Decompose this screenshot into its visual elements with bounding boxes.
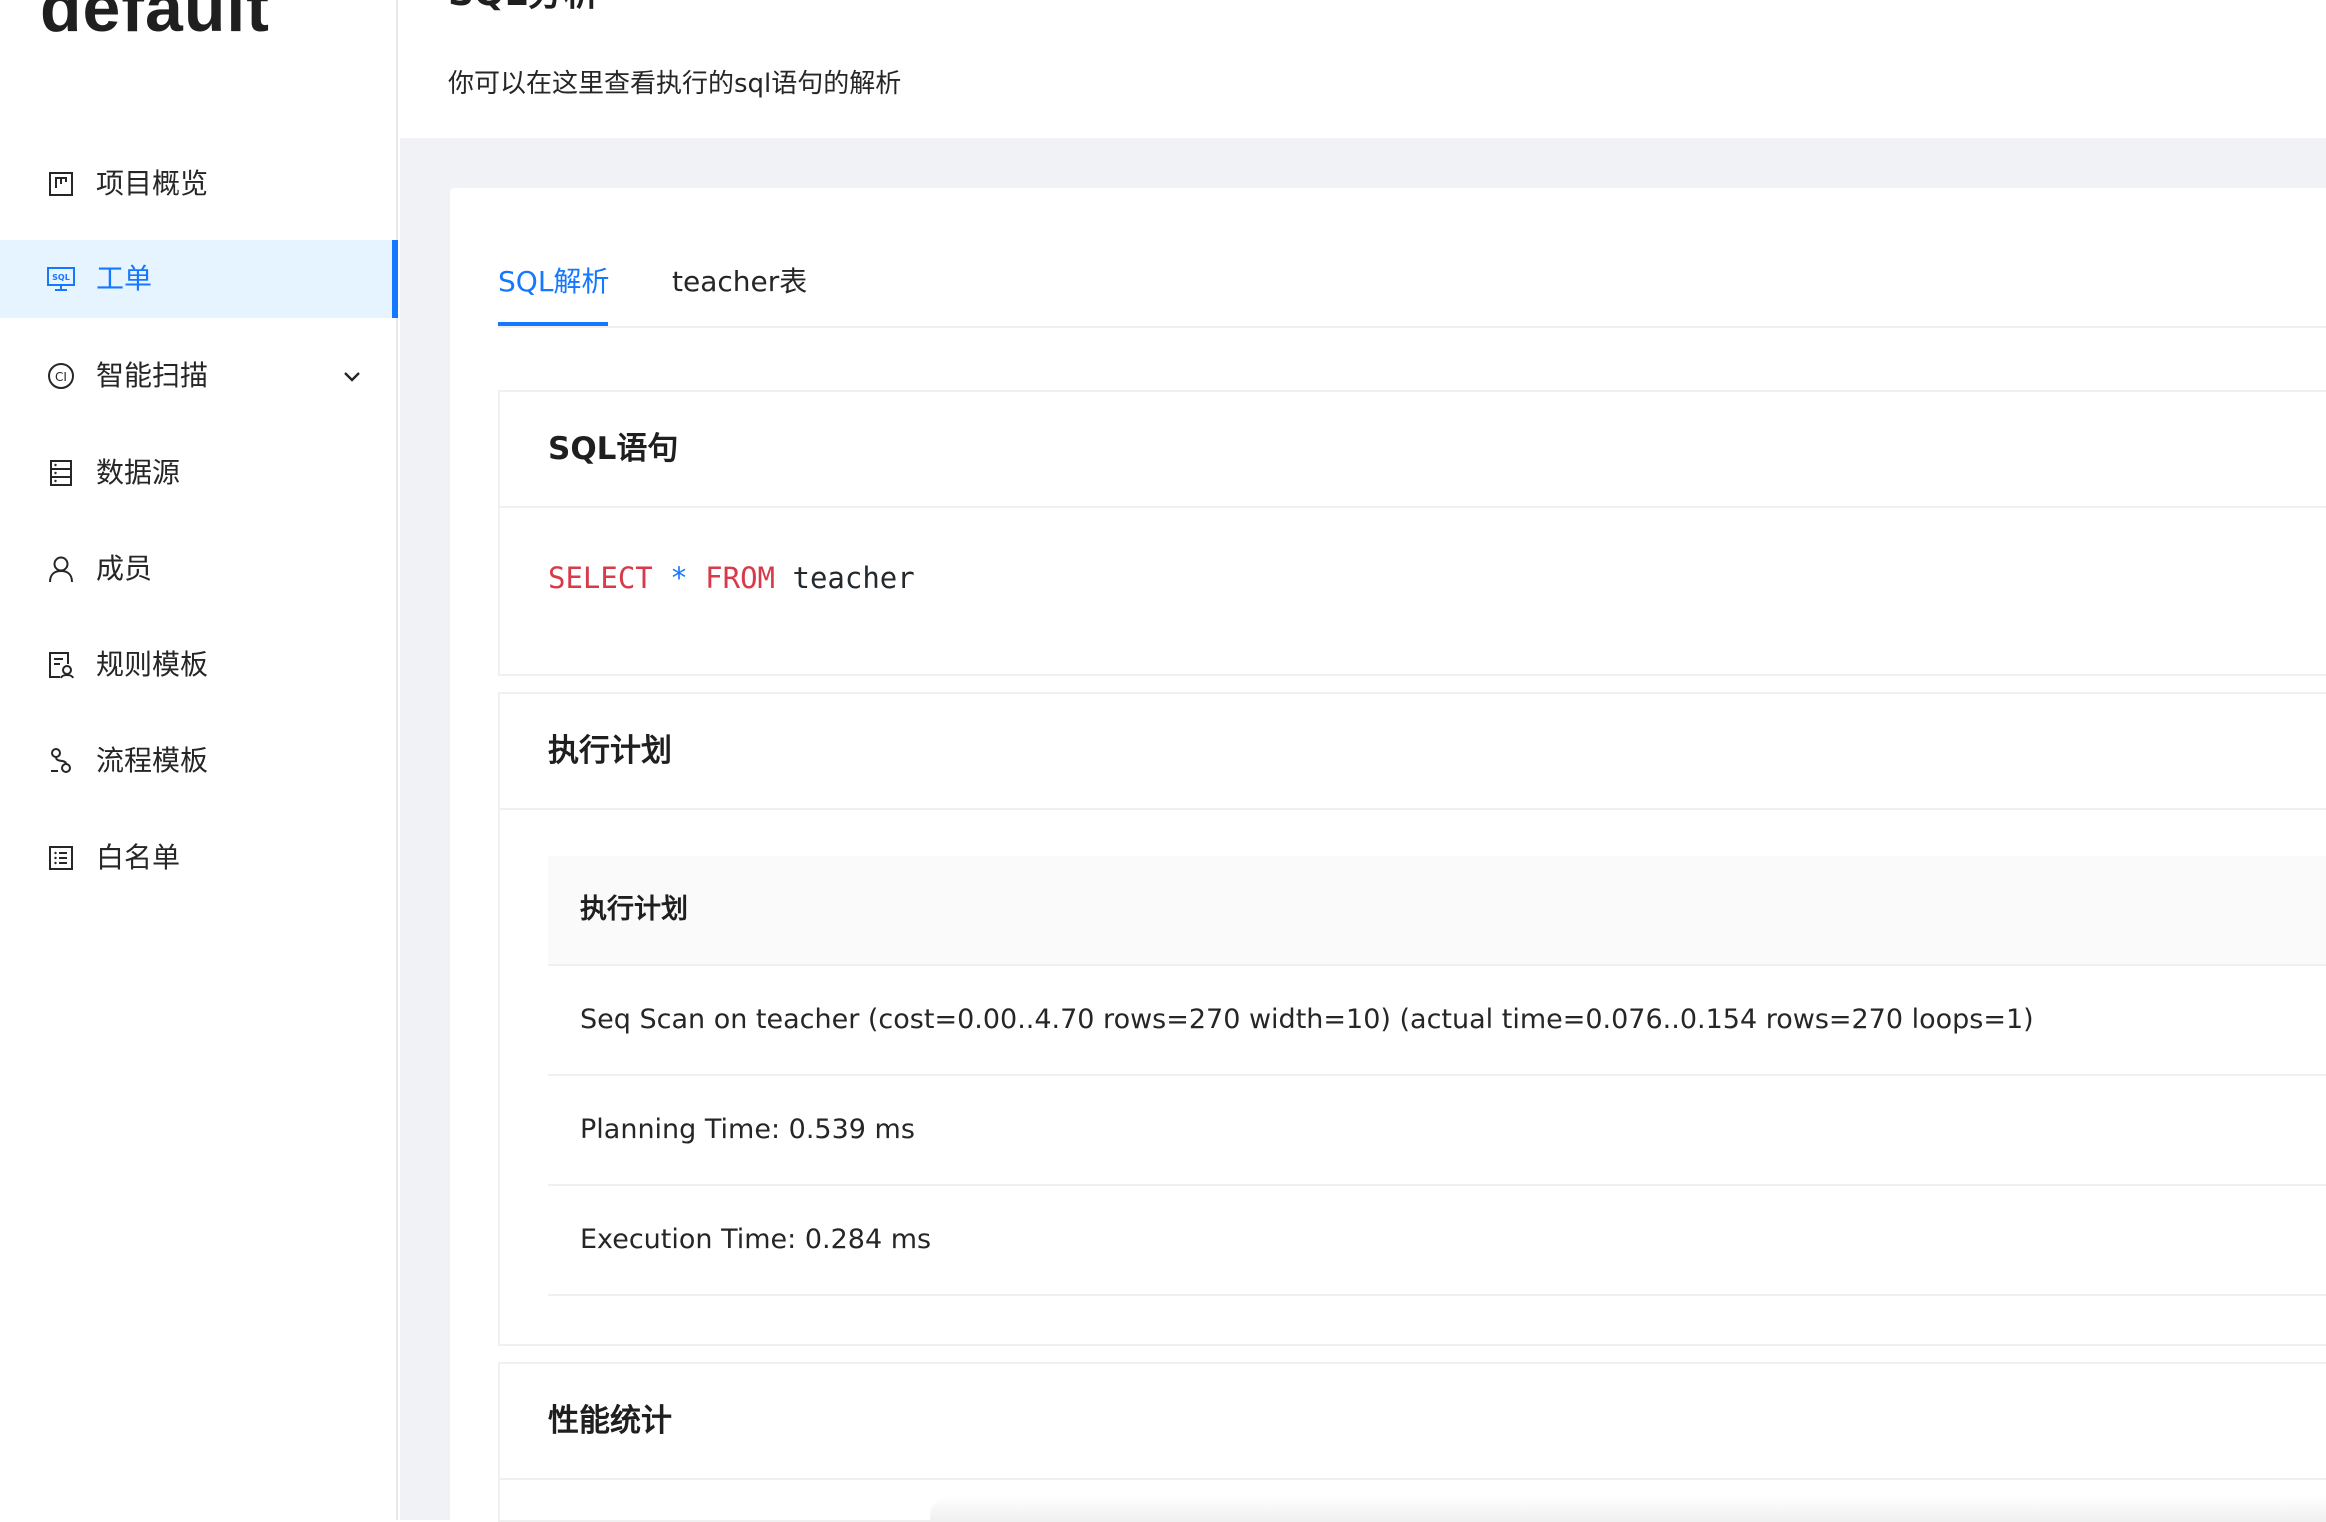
overlay-shadow [930, 1496, 2326, 1520]
datasource-icon [47, 459, 75, 487]
execution-plan-panel: 执行计划 执行计划 Seq Scan on teacher (cost=0.00… [498, 692, 2326, 1346]
svg-text:CI: CI [55, 370, 67, 384]
plan-cell: Planning Time: 0.539 ms [580, 1114, 915, 1145]
sidebar-item-project-overview[interactable]: 项目概览 [0, 145, 398, 223]
sidebar-item-label: 数据源 [96, 456, 181, 489]
tab-sql-analysis[interactable]: SQL解析 [498, 262, 609, 302]
project-name: default [40, 0, 270, 46]
table-row: Execution Time: 0.284 ms [548, 1186, 2326, 1296]
sidebar-item-rule-template[interactable]: 规则模板 [0, 626, 398, 704]
sql-statement-panel: SQL语句 SELECT * FROM teacher [498, 390, 2326, 676]
sidebar-item-label: 工单 [96, 262, 153, 295]
sql-keyword-from: FROM [705, 561, 776, 595]
sidebar: default 项目概览 SQL 工单 CI 智能扫描 数据源 成员 规则模板 … [0, 0, 398, 1520]
user-icon [47, 555, 75, 583]
sql-keyword-select: SELECT [548, 561, 653, 595]
panel-title: 性能统计 [548, 1403, 672, 1439]
panel-title: SQL语句 [548, 431, 679, 467]
page-header: SQL分析 你可以在这里查看执行的sql语句的解析 [400, 0, 2326, 138]
sidebar-item-whitelist[interactable]: 白名单 [0, 819, 398, 897]
sidebar-item-members[interactable]: 成员 [0, 530, 398, 608]
sql-order-icon: SQL [47, 265, 75, 293]
ci-scan-icon: CI [47, 362, 75, 390]
sidebar-item-orders[interactable]: SQL 工单 [0, 240, 398, 318]
sidebar-item-label: 成员 [96, 552, 153, 585]
chevron-down-icon[interactable] [340, 364, 364, 388]
whitelist-icon [47, 844, 75, 872]
column-header-plan: 执行计划 [580, 894, 688, 925]
table-row: Seq Scan on teacher (cost=0.00..4.70 row… [548, 966, 2326, 1076]
table-header: 执行计划 [548, 856, 2326, 966]
page-description: 你可以在这里查看执行的sql语句的解析 [448, 69, 902, 99]
panel-header: 执行计划 [500, 694, 2326, 810]
project-overview-icon [47, 170, 75, 198]
panel-header: 性能统计 [500, 1364, 2326, 1480]
rule-template-icon [47, 651, 75, 679]
panel-title: 执行计划 [548, 733, 672, 769]
sidebar-item-label: 项目概览 [96, 167, 209, 200]
panel-header: SQL语句 [500, 392, 2326, 508]
sidebar-item-label: 白名单 [96, 841, 181, 874]
process-template-icon [47, 747, 75, 775]
sql-code: SELECT * FROM teacher [548, 558, 915, 598]
sidebar-item-label: 智能扫描 [96, 359, 209, 392]
sql-operator-star: * [670, 561, 688, 595]
table-row: Planning Time: 0.539 ms [548, 1076, 2326, 1186]
sidebar-item-label: 流程模板 [96, 744, 209, 777]
analysis-tabs: SQL解析 teacher表 [498, 250, 2326, 328]
sidebar-item-label: 规则模板 [96, 648, 209, 681]
plan-cell: Execution Time: 0.284 ms [580, 1224, 932, 1255]
sidebar-item-datasource[interactable]: 数据源 [0, 434, 398, 512]
svg-text:SQL: SQL [52, 273, 70, 282]
active-tab-indicator [498, 322, 608, 326]
sql-table-name: teacher [792, 561, 915, 595]
tab-teacher-table[interactable]: teacher表 [672, 262, 807, 302]
page-title: SQL分析 [448, 0, 599, 18]
sidebar-item-process-template[interactable]: 流程模板 [0, 722, 398, 800]
execution-plan-table: 执行计划 Seq Scan on teacher (cost=0.00..4.7… [548, 856, 2326, 1296]
sidebar-item-smart-scan[interactable]: CI 智能扫描 [0, 337, 398, 415]
plan-cell: Seq Scan on teacher (cost=0.00..4.70 row… [580, 1004, 2034, 1035]
